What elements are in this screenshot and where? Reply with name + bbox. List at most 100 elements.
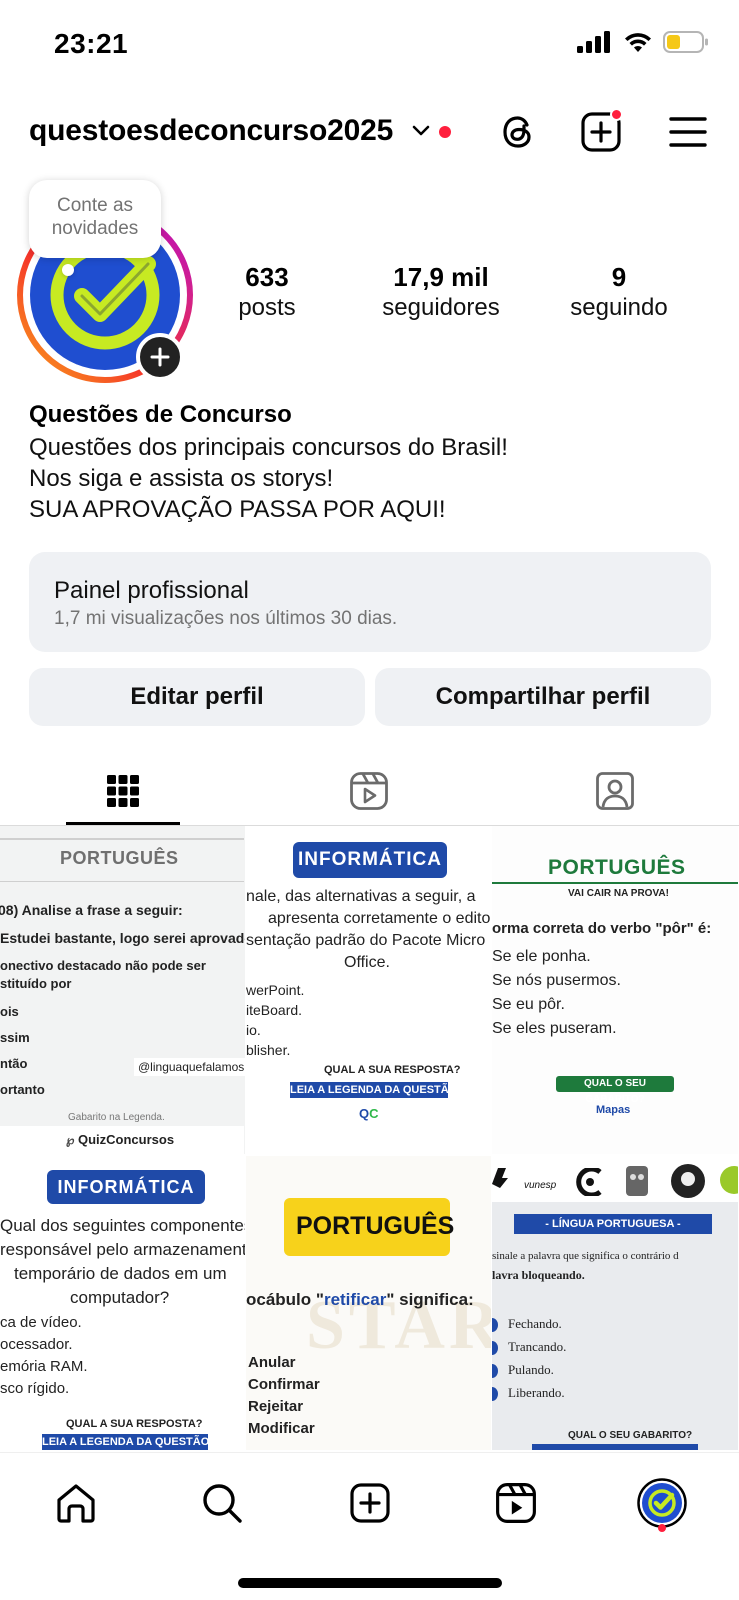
post-text: ois	[0, 1004, 19, 1019]
tab-posts[interactable]	[0, 756, 246, 826]
signal-icon	[577, 31, 610, 53]
notification-dot	[439, 126, 451, 138]
post-thumbnail[interactable]: PORTUGUÊS 08) Analise a frase a seguir: …	[0, 826, 246, 1156]
tab-tagged[interactable]	[492, 756, 738, 826]
new-post-button[interactable]	[577, 108, 625, 156]
nav-home[interactable]	[46, 1473, 106, 1533]
skull-logo-icon	[626, 1166, 648, 1196]
post-caption-bar: QUAL O SEU GABARITO?	[568, 1430, 693, 1441]
wifi-icon	[625, 33, 651, 52]
note-bubble[interactable]: Conte as novidades	[29, 180, 161, 258]
nav-create[interactable]	[340, 1473, 400, 1533]
profile-avatar	[637, 1478, 687, 1528]
tab-reels[interactable]	[246, 756, 492, 826]
profile-stats: 633 posts 17,9 mil seguidores 9 seguindo	[200, 262, 720, 324]
add-story-button[interactable]	[136, 333, 184, 381]
post-text: blisher.	[246, 1042, 291, 1058]
post-header: PORTUGUÊS	[60, 848, 179, 868]
grid-icon	[107, 775, 139, 807]
post-caption-bar: QUAL O SEU GABARITO?	[556, 1076, 674, 1105]
post-thumbnail[interactable]: INFORMÁTICA nale, das alternativas a seg…	[246, 826, 492, 1156]
professional-dashboard[interactable]: Painel profissional 1,7 mi visualizações…	[29, 552, 711, 652]
post-text: Se eu pôr.	[492, 996, 565, 1013]
post-option: Fechando.	[508, 1316, 562, 1331]
post-brand: Mapas	[596, 1104, 631, 1116]
account-switcher[interactable]: questoesdeconcurso2025	[29, 114, 393, 148]
post-text: sinale a palavra que significa o contrár…	[492, 1250, 679, 1262]
post-text: apresenta corretamente o edito	[268, 910, 491, 927]
post-header: INFORMÁTICA	[293, 842, 447, 878]
post-thumbnail[interactable]: START PORTUGUÊS ocábulo "retificar" sign…	[246, 1156, 492, 1452]
post-text: computador?	[70, 1288, 170, 1307]
post-text: Estudei bastante, logo serei aprovado."	[0, 930, 246, 946]
post-header: PORTUGUÊS	[296, 1212, 455, 1240]
post-question: ocábulo "retificar" significa:	[246, 1290, 474, 1310]
post-option: Modificar	[248, 1420, 315, 1437]
post-text: 08) Analise a frase a seguir:	[0, 902, 183, 918]
fgv-logo-icon	[492, 1168, 508, 1188]
post-text: responsável pelo armazenament	[0, 1240, 246, 1259]
home-icon	[57, 1484, 95, 1523]
plus-icon	[150, 347, 170, 367]
profile-bio: Questões de Concurso Questões dos princi…	[29, 398, 719, 525]
stat-value: 633	[245, 262, 289, 292]
post-text: orma correta do verbo "pôr" é:	[492, 920, 712, 937]
bio-line: Questões dos principais concursos do Bra…	[29, 434, 508, 461]
post-header: - LÍNGUA PORTUGUESA -	[514, 1214, 712, 1234]
post-handle: @linguaquefalamos	[134, 1058, 245, 1076]
post-text: onectivo destacado não pode ser	[0, 958, 206, 973]
chevron-down-icon[interactable]	[410, 120, 432, 142]
post-text: ortanto	[0, 1082, 45, 1097]
post-brand-label: QuizConcursos	[78, 1132, 175, 1147]
profile-notification-dot	[658, 1524, 666, 1532]
qc-logo-icon: QC	[359, 1106, 379, 1121]
stat-value: 9	[611, 262, 627, 292]
panel-title: Painel profissional	[54, 577, 249, 604]
share-profile-button[interactable]: Compartilhar perfil	[375, 668, 711, 726]
reels-icon	[496, 1483, 536, 1523]
badge-logo-icon	[671, 1164, 705, 1198]
panel-subtitle: 1,7 mi visualizações nos últimos 30 dias…	[54, 608, 398, 629]
post-text: lavra bloqueando.	[492, 1268, 585, 1282]
hamburger-menu-icon	[669, 117, 707, 147]
active-tab-indicator	[66, 822, 180, 825]
search-icon	[203, 1484, 242, 1523]
note-bubble-tail	[62, 264, 74, 276]
post-text: nale, das alternativas a seguir, a	[246, 888, 476, 905]
post-text: Se eles puseram.	[492, 1020, 617, 1037]
post-text: emória RAM.	[0, 1358, 88, 1375]
stat-posts[interactable]: 633 posts	[200, 262, 334, 324]
post-text: Se ele ponha.	[492, 948, 591, 965]
bio-line: SUA APROVAÇÃO PASSA POR AQUI!	[29, 496, 446, 523]
stat-label: posts	[238, 294, 296, 321]
menu-button[interactable]	[664, 108, 712, 156]
tagged-icon	[596, 772, 634, 810]
post-text: stituído por	[0, 976, 72, 991]
stat-following[interactable]: 9 seguindo	[548, 262, 690, 324]
status-icons	[577, 30, 709, 54]
post-caption-bar: LEIA A LEGENDA DA QUESTÃO!	[290, 1082, 461, 1098]
threads-icon	[503, 116, 531, 148]
nav-search[interactable]	[192, 1473, 252, 1533]
post-text: Se nós pusermos.	[492, 972, 621, 989]
nav-reels[interactable]	[486, 1473, 546, 1533]
home-indicator	[238, 1578, 502, 1588]
post-header: INFORMÁTICA	[47, 1170, 205, 1204]
post-thumbnail[interactable]: PORTUGUÊS VAI CAIR NA PROVA! orma corret…	[492, 826, 739, 1156]
post-text: Qual dos seguintes componentes	[0, 1216, 246, 1235]
post-text: ca de vídeo.	[0, 1314, 82, 1331]
post-question-post: " significa:	[386, 1290, 474, 1309]
post-thumbnail[interactable]: INFORMÁTICA Qual dos seguintes component…	[0, 1156, 246, 1452]
post-option: Rejeitar	[248, 1398, 304, 1415]
stat-label: seguidores	[382, 294, 500, 321]
profile-header: questoesdeconcurso2025	[0, 100, 739, 164]
check-logo-icon	[720, 1166, 738, 1194]
post-text: sco rígido.	[0, 1380, 70, 1397]
quiz-logo-icon: ℘	[66, 1133, 75, 1147]
posts-grid: PORTUGUÊS 08) Analise a frase a seguir: …	[0, 826, 739, 1452]
edit-profile-button[interactable]: Editar perfil	[29, 668, 365, 726]
threads-button[interactable]	[494, 108, 542, 156]
post-thumbnail[interactable]: vunesp - LÍNGUA PORTUGUESA - sinale a pa…	[492, 1156, 739, 1452]
stat-followers[interactable]: 17,9 mil seguidores	[334, 262, 548, 324]
post-header: PORTUGUÊS	[548, 856, 686, 879]
